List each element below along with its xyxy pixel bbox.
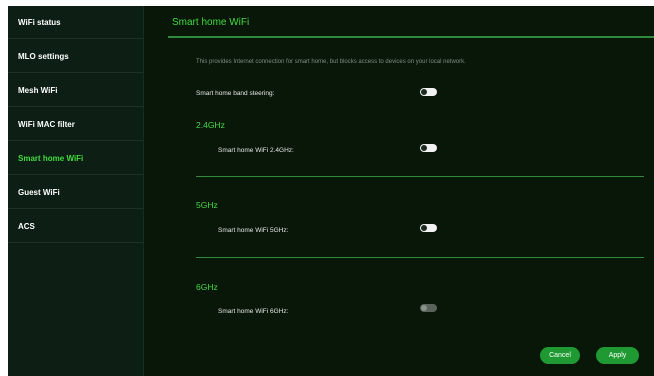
- app-frame: WiFi status MLO settings Mesh WiFi WiFi …: [8, 6, 654, 376]
- smart-home-wifi-6ghz-label: Smart home WiFi 6GHz:: [218, 308, 289, 315]
- title-divider: [168, 36, 654, 38]
- smart-home-wifi-5ghz-toggle[interactable]: [420, 224, 437, 232]
- band-heading-5ghz: 5GHz: [196, 200, 218, 210]
- main-content: Smart home WiFi This provides Internet c…: [144, 6, 654, 376]
- section-divider: [196, 257, 644, 258]
- section-divider: [196, 176, 644, 177]
- smart-home-wifi-6ghz-toggle[interactable]: [420, 304, 437, 312]
- sidebar-item-wifi-mac-filter[interactable]: WiFi MAC filter: [8, 108, 144, 141]
- cancel-button[interactable]: Cancel: [540, 347, 580, 364]
- band-heading-2-4ghz: 2.4GHz: [196, 120, 225, 130]
- toggle-knob: [421, 225, 427, 231]
- smart-home-wifi-2-4ghz-toggle[interactable]: [420, 144, 437, 152]
- page-title: Smart home WiFi: [172, 17, 250, 28]
- band-steering-toggle[interactable]: [420, 88, 437, 96]
- toggle-knob: [421, 89, 427, 95]
- sidebar: WiFi status MLO settings Mesh WiFi WiFi …: [8, 6, 144, 376]
- sidebar-item-guest-wifi[interactable]: Guest WiFi: [8, 176, 144, 209]
- apply-button[interactable]: Apply: [596, 347, 639, 364]
- description-text: This provides Internet connection for sm…: [196, 59, 466, 65]
- toggle-knob: [421, 145, 427, 151]
- smart-home-wifi-2-4ghz-label: Smart home WiFi 2.4GHz:: [218, 147, 294, 154]
- sidebar-item-mesh-wifi[interactable]: Mesh WiFi: [8, 74, 144, 107]
- sidebar-item-acs[interactable]: ACS: [8, 210, 144, 243]
- toggle-knob: [421, 305, 427, 311]
- sidebar-item-wifi-status[interactable]: WiFi status: [8, 6, 144, 39]
- band-heading-6ghz: 6GHz: [196, 282, 218, 292]
- smart-home-wifi-5ghz-label: Smart home WiFi 5GHz:: [218, 227, 289, 234]
- sidebar-item-smart-home-wifi[interactable]: Smart home WiFi: [8, 142, 144, 175]
- band-steering-label: Smart home band steering:: [196, 90, 275, 97]
- sidebar-item-mlo-settings[interactable]: MLO settings: [8, 40, 144, 73]
